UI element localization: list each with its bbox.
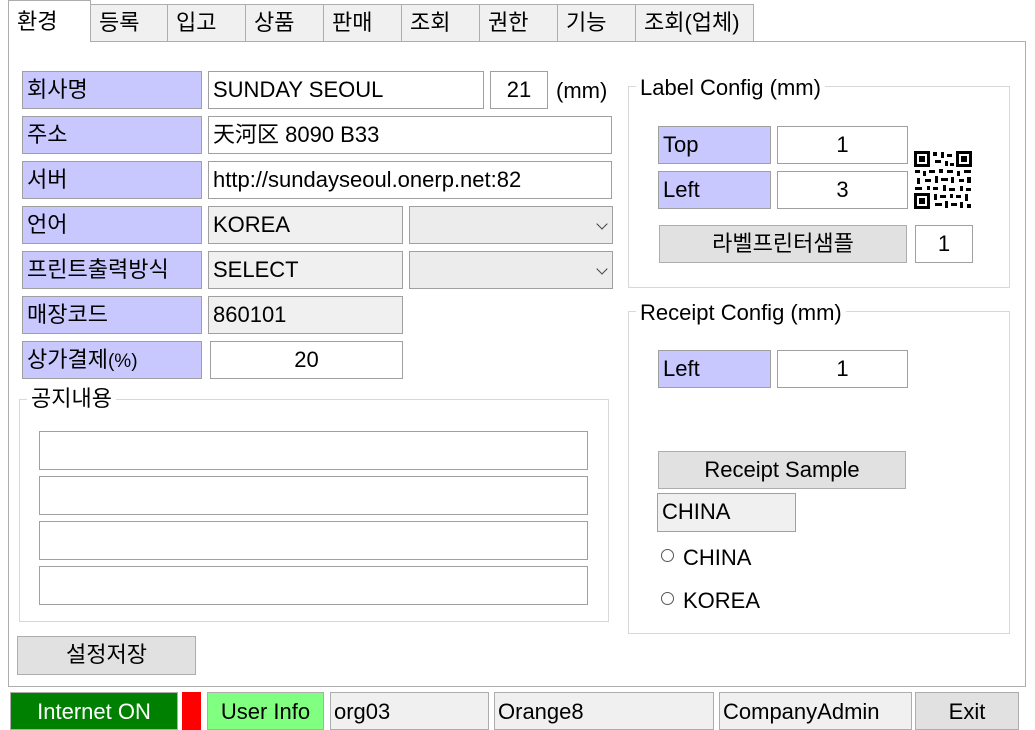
store-code-label: 매장코드 (22, 296, 202, 334)
radio-china-label[interactable]: CHINA (683, 543, 751, 573)
store-code-field: 860101 (208, 296, 403, 334)
receipt-config-title: Receipt Config (mm) (636, 300, 846, 326)
tab-vendor-inquiry[interactable]: 조회(업체) (635, 4, 754, 41)
role-field: CompanyAdmin (719, 692, 912, 730)
notice-line-3[interactable] (39, 521, 588, 560)
receipt-language-field: CHINA (657, 493, 796, 532)
connection-indicator (182, 692, 201, 730)
label-config-title: Label Config (mm) (636, 75, 825, 101)
exit-button[interactable]: Exit (915, 692, 1019, 730)
tab-functions[interactable]: 기능 (557, 4, 636, 41)
language-dropdown[interactable] (409, 206, 613, 244)
tab-registration[interactable]: 등록 (90, 4, 168, 41)
payment-rate-label-text: 상가결제 (27, 347, 108, 372)
payment-rate-label-suffix: (%) (107, 351, 138, 372)
radio-korea-label[interactable]: KOREA (683, 586, 760, 616)
radio-china[interactable] (661, 549, 674, 562)
print-mode-label: 프린트출력방식 (22, 251, 202, 289)
chevron-down-icon (596, 263, 608, 275)
label-sample-count-field[interactable]: 1 (915, 225, 973, 263)
language-field: KOREA (208, 206, 403, 244)
user-info-button[interactable]: User Info (207, 692, 324, 730)
receipt-sample-button[interactable]: Receipt Sample (658, 451, 906, 489)
font-size-field[interactable]: 21 (490, 71, 548, 109)
tab-permissions[interactable]: 권한 (479, 4, 558, 41)
address-label: 주소 (22, 116, 202, 154)
chevron-down-icon (596, 218, 608, 230)
save-settings-button[interactable]: 설정저장 (17, 636, 196, 675)
payment-rate-field[interactable]: 20 (210, 341, 403, 379)
notice-title: 공지내용 (27, 386, 116, 412)
notice-line-2[interactable] (39, 476, 588, 515)
payment-rate-label: 상가결제(%) (22, 341, 202, 379)
company-name-label: 회사명 (22, 71, 202, 109)
font-size-unit: (mm) (556, 78, 608, 103)
tab-receiving[interactable]: 입고 (167, 4, 246, 41)
tab-bar: 등록 입고 상품 판매 조회 권한 기능 조회(업체) 환경 (0, 0, 1035, 42)
label-left-label: Left (658, 171, 771, 209)
notice-line-1[interactable] (39, 431, 588, 470)
server-field[interactable]: http://sundayseoul.onerp.net:82 (208, 161, 612, 199)
print-mode-dropdown[interactable] (409, 251, 613, 289)
tab-products[interactable]: 상품 (245, 4, 324, 41)
label-top-field[interactable]: 1 (777, 126, 908, 164)
tab-settings[interactable]: 환경 (8, 0, 91, 42)
user-field: Orange8 (494, 692, 714, 730)
print-mode-field: SELECT (208, 251, 403, 289)
server-label: 서버 (22, 161, 202, 199)
org-field: org03 (330, 692, 489, 730)
language-label: 언어 (22, 206, 202, 244)
label-printer-sample-button[interactable]: 라벨프린터샘플 (659, 225, 907, 263)
radio-korea[interactable] (661, 592, 674, 605)
label-top-label: Top (658, 126, 771, 164)
tab-sales[interactable]: 판매 (323, 4, 402, 41)
tab-inquiry[interactable]: 조회 (401, 4, 480, 41)
qr-code-icon (913, 150, 973, 210)
label-left-field[interactable]: 3 (777, 171, 908, 209)
receipt-left-field[interactable]: 1 (777, 350, 908, 388)
receipt-left-label: Left (658, 350, 771, 388)
internet-status: Internet ON (10, 692, 178, 730)
notice-line-4[interactable] (39, 566, 588, 605)
address-field[interactable]: 天河区 8090 B33 (208, 116, 612, 154)
company-name-field[interactable]: SUNDAY SEOUL (208, 71, 484, 109)
